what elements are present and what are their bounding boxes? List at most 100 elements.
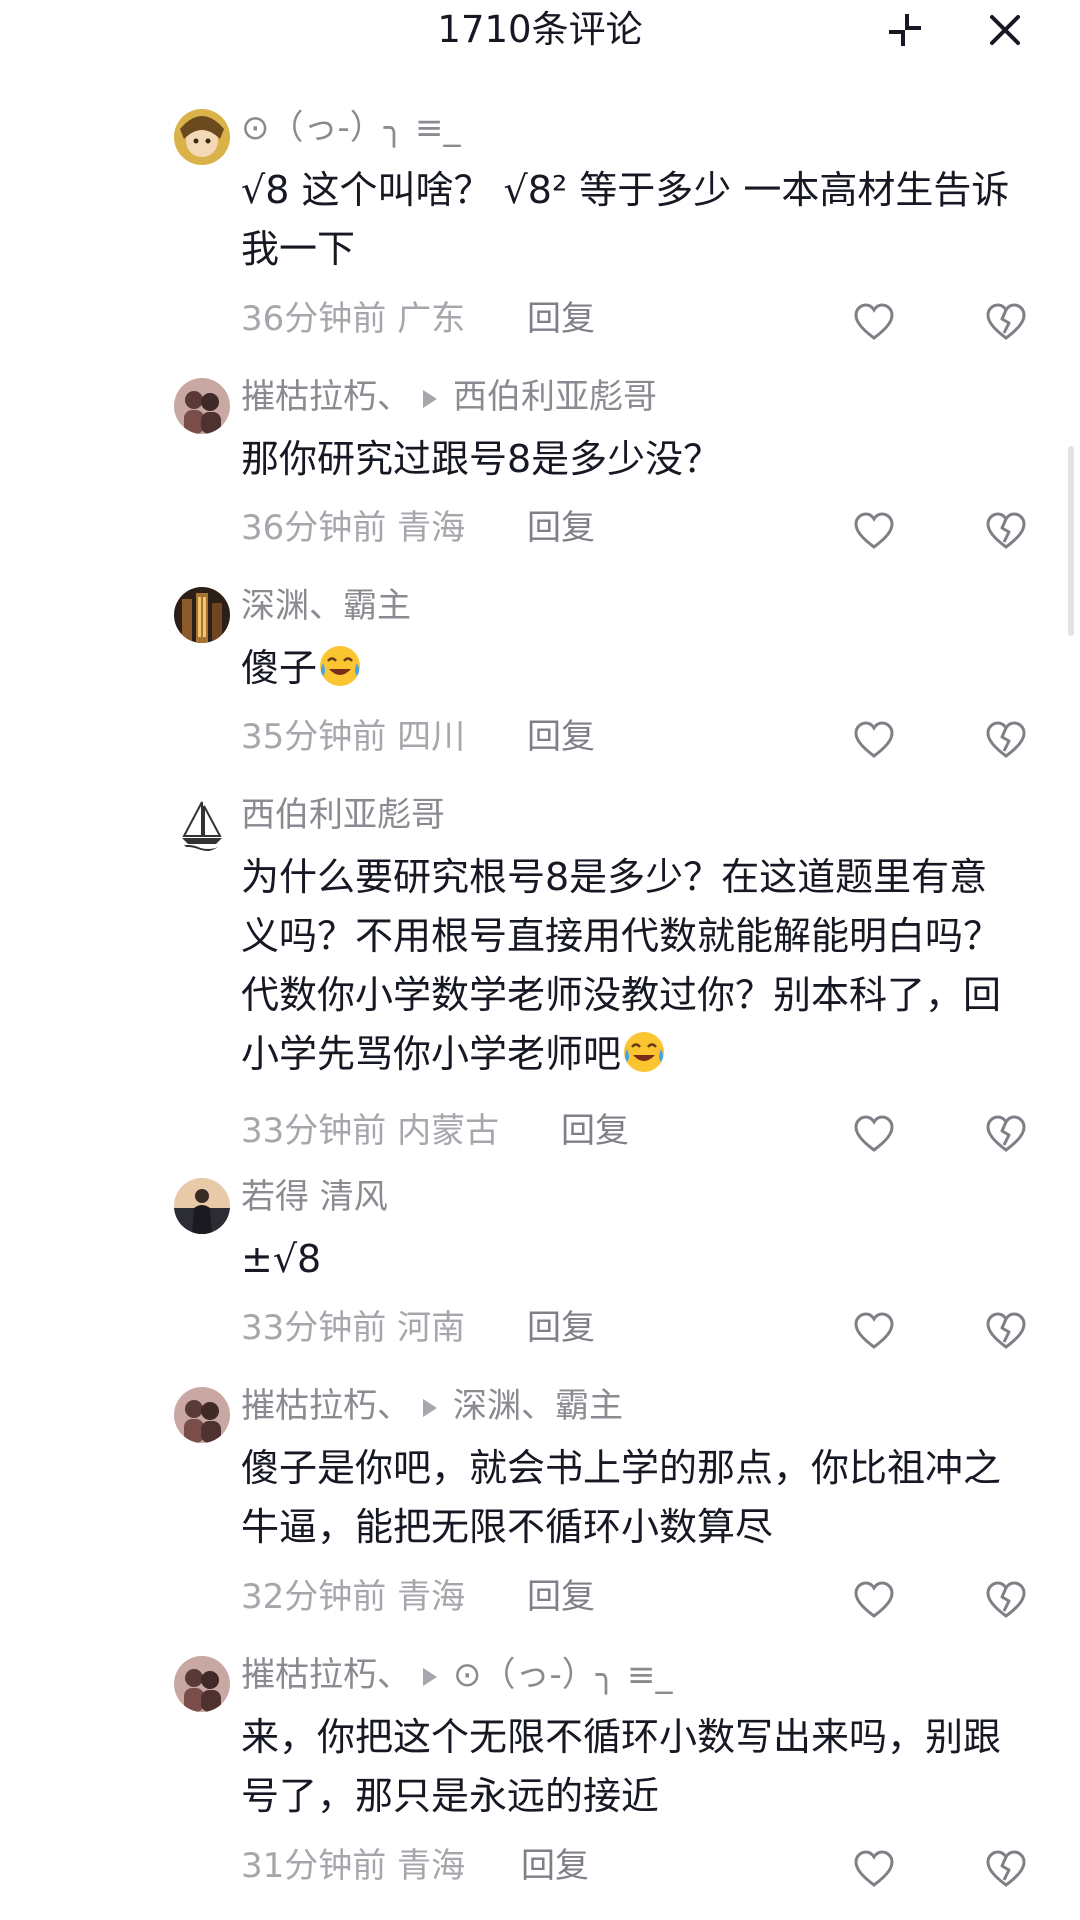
laugh-cry-emoji-icon [624,1032,665,1072]
reply-button[interactable]: 回复 [527,713,595,761]
avatar[interactable] [174,796,230,852]
dislike-button[interactable] [984,718,1028,762]
comment-meta: 33分钟前 河南 回复 [241,1304,595,1352]
reply-button[interactable]: 回复 [527,1304,595,1352]
username[interactable]: 若得 清风 [241,1177,388,1217]
reply-button[interactable]: 回复 [527,295,595,343]
comment-meta: 36分钟前 广东 回复 [241,295,595,343]
broken-heart-icon [986,1581,1026,1618]
dislike-button[interactable] [984,1112,1028,1156]
like-button[interactable] [852,1112,896,1156]
comments-header: 1710条评论 [0,0,1080,60]
couple-avatar-icon [174,1656,230,1712]
reply-button[interactable]: 回复 [527,504,595,552]
dislike-button[interactable] [984,1309,1028,1353]
comment-location: 青海 [397,508,466,548]
reply-arrow-icon [423,1399,437,1417]
comment-time: 32分钟前 [241,1577,387,1617]
comment-text: 来，你把这个无限不循环小数写出来吗，别跟号了，那只是永远的接近 [241,1715,1002,1818]
reply-to-username[interactable]: 西伯利亚彪哥 [453,377,657,417]
scrollbar[interactable] [1068,446,1074,636]
comment-user-row: 深渊、霸主 [241,583,411,629]
avatar[interactable] [174,1656,230,1712]
heart-icon [854,1850,894,1887]
comment-location: 河南 [397,1308,466,1348]
avatar[interactable] [174,1178,230,1234]
comment-text: √8 这个叫啥？ √8² 等于多少 一本高材生告诉我一下 [241,168,1010,271]
comment-meta: 33分钟前 内蒙古 回复 [241,1107,629,1155]
avatar[interactable] [174,378,230,434]
close-button[interactable] [983,8,1027,52]
reply-to-username[interactable]: ⊙（っ-）╮ ≡_ [453,1655,673,1695]
comment-time: 35分钟前 [241,717,387,757]
reply-button[interactable]: 回复 [561,1107,629,1155]
sunset-avatar-icon [174,1178,230,1234]
comment-text: 那你研究过跟号8是多少没？ [241,437,722,481]
broken-heart-icon [986,1115,1026,1152]
broken-heart-icon [986,1850,1026,1887]
collapse-button[interactable] [883,8,927,52]
dislike-button[interactable] [984,1847,1028,1891]
comment-location: 广东 [397,299,466,339]
username[interactable]: ⊙（っ-）╮ ≡_ [241,108,461,148]
comment-user-row: ⊙（っ-）╮ ≡_ [241,105,461,151]
anime-avatar-icon [174,109,230,165]
reply-arrow-icon [423,1668,437,1686]
broken-heart-icon [986,1312,1026,1349]
dislike-button[interactable] [984,1578,1028,1622]
comment-meta: 35分钟前 四川 回复 [241,713,595,761]
dislike-button[interactable] [984,509,1028,553]
comment-text: 傻子 [241,639,1021,698]
comment-user-row: 摧枯拉朽、 西伯利亚彪哥 [241,374,657,420]
comment-meta: 31分钟前 青海 回复 [241,1842,589,1890]
laugh-cry-emoji-icon [320,646,361,686]
comment-location: 青海 [397,1846,466,1886]
comment-location: 内蒙古 [397,1111,500,1151]
like-button[interactable] [852,300,896,344]
like-button[interactable] [852,718,896,762]
broken-heart-icon [986,512,1026,549]
heart-icon [854,1115,894,1152]
username[interactable]: 西伯利亚彪哥 [241,795,445,835]
dislike-button[interactable] [984,300,1028,344]
username[interactable]: 摧枯拉朽、 [241,1386,411,1426]
comment-user-row: 若得 清风 [241,1174,388,1220]
reply-button[interactable]: 回复 [527,1573,595,1621]
username[interactable]: 摧枯拉朽、 [241,1655,411,1695]
reply-arrow-icon [423,390,437,408]
comment-user-row: 摧枯拉朽、 ⊙（っ-）╮ ≡_ [241,1652,673,1698]
username[interactable]: 深渊、霸主 [241,586,411,626]
couple-avatar-icon [174,378,230,434]
close-icon [990,15,1020,45]
comment-time: 31分钟前 [241,1846,387,1886]
couple-avatar-icon [174,1387,230,1443]
broken-heart-icon [986,303,1026,340]
username[interactable]: 摧枯拉朽、 [241,377,411,417]
like-button[interactable] [852,1847,896,1891]
like-button[interactable] [852,509,896,553]
avatar[interactable] [174,109,230,165]
heart-icon [854,1312,894,1349]
comment-time: 36分钟前 [241,508,387,548]
comment-text: ±√8 [241,1237,322,1281]
building-avatar-icon [174,587,230,643]
avatar[interactable] [174,587,230,643]
heart-icon [854,721,894,758]
sailboat-avatar-icon [174,796,230,852]
reply-button[interactable]: 回复 [521,1842,589,1890]
comment-meta: 32分钟前 青海 回复 [241,1573,595,1621]
avatar[interactable] [174,1387,230,1443]
comment-time: 33分钟前 [241,1111,387,1151]
comment-time: 36分钟前 [241,299,387,339]
comment-user-row: 西伯利亚彪哥 [241,792,445,838]
comment-text-content: 傻子 [241,646,318,690]
collapse-icon [889,14,921,46]
comment-location: 青海 [397,1577,466,1617]
like-button[interactable] [852,1578,896,1622]
reply-to-username[interactable]: 深渊、霸主 [453,1386,623,1426]
comment-time: 33分钟前 [241,1308,387,1348]
broken-heart-icon [986,721,1026,758]
comment-text: 傻子是你吧，就会书上学的那点，你比祖冲之牛逼，能把无限不循环小数算尽 [241,1446,1002,1549]
heart-icon [854,1581,894,1618]
like-button[interactable] [852,1309,896,1353]
